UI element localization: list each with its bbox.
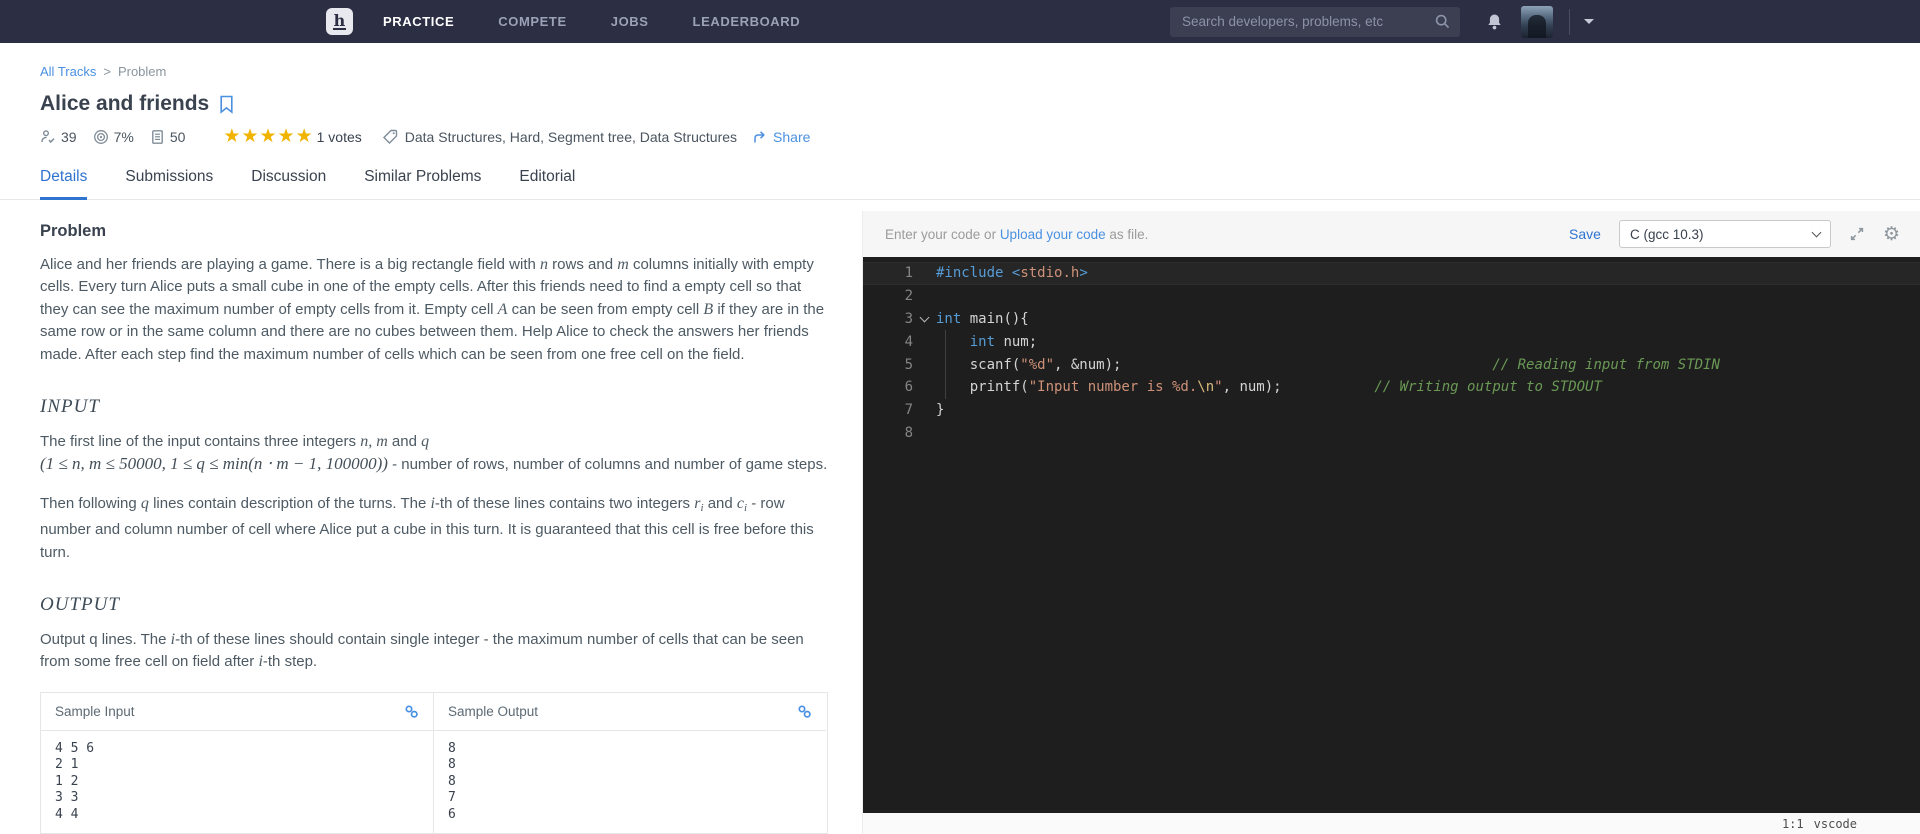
star-icon[interactable]: ★ (223, 127, 241, 146)
tabs: Details Submissions Discussion Similar Prob… (0, 168, 1920, 200)
navbar: h PRACTICE COMPETE JOBS LEADERBOARD (0, 0, 1920, 43)
nav-divider (1569, 8, 1570, 35)
stats-row: 39 7% 50 ★ ★ ★ ★ ★ 1 votes Data Structur… (40, 127, 1920, 146)
code-area[interactable]: 1 #include <stdio.h> 2 3 int main(){4 int nu… (863, 257, 1920, 813)
problem-paragraph: Alice and her friends are playing a game… (40, 256, 825, 363)
nav-item-leaderboard[interactable]: LEADERBOARD (693, 14, 801, 29)
editor-mode[interactable]: vscode (1814, 817, 1857, 831)
sample-output-link-icon[interactable] (797, 704, 812, 719)
upload-code-link[interactable]: Upload your code (1000, 227, 1106, 242)
input-paragraph-2: Then following q lines contain descripti… (40, 494, 814, 561)
sample-input-header: Sample Input (55, 703, 135, 719)
star-icon[interactable]: ★ (296, 127, 314, 146)
input-heading: INPUT (40, 396, 100, 418)
tag-icon (382, 128, 399, 145)
breadcrumb: All Tracks > Problem (40, 64, 1920, 79)
star-icon[interactable]: ★ (278, 127, 296, 146)
output-paragraph: Output q lines. The i-th of these lines … (40, 631, 804, 671)
votes-label: 1 votes (316, 128, 362, 145)
save-button[interactable]: Save (1569, 226, 1601, 242)
share-icon (752, 129, 768, 145)
success-rate-icon (93, 129, 109, 145)
code-line[interactable]: 5 scanf("%d", &num); // Reading input fr… (863, 353, 1920, 376)
search-wrap (1170, 6, 1460, 37)
hackerrank-logo[interactable]: h (326, 8, 353, 35)
editor-settings-gear-icon[interactable]: ⚙ (1883, 225, 1900, 244)
page-title: Alice and friends (40, 92, 210, 115)
tab-submissions[interactable]: Submissions (125, 168, 213, 199)
tab-editorial[interactable]: Editorial (519, 168, 575, 199)
tags-group: Data Structures, Hard, Segment tree, Dat… (382, 128, 737, 145)
user-avatar[interactable] (1521, 5, 1553, 38)
page: h PRACTICE COMPETE JOBS LEADERBOARD All Tra… (0, 0, 1920, 834)
star-rating: ★ ★ ★ ★ ★ (223, 127, 313, 146)
breadcrumb-all-tracks-link[interactable]: All Tracks (40, 64, 96, 79)
nav-item-practice[interactable]: PRACTICE (383, 14, 454, 29)
attempts-icon (40, 129, 56, 144)
share-button[interactable]: Share (752, 129, 810, 145)
input-paragraph-1: The first line of the input contains thr… (40, 433, 828, 474)
success-rate-stat: 7% (93, 129, 134, 145)
code-line[interactable]: 2 (863, 285, 1920, 308)
logo-h-glyph: h (332, 11, 347, 30)
nav-item-jobs[interactable]: JOBS (611, 14, 649, 29)
fullscreen-expand-icon[interactable] (1849, 226, 1865, 242)
editor-hint-suffix: as file. (1105, 226, 1149, 242)
code-lines: 1 #include <stdio.h> 2 3 int main(){4 int nu… (863, 262, 1920, 444)
max-score-icon (150, 129, 165, 145)
sample-output-cell: Sample Output 8 8 8 7 6 (433, 692, 826, 833)
tags-text[interactable]: Data Structures, Hard, Segment tree, Dat… (405, 129, 737, 145)
max-score-stat: 50 (150, 128, 186, 145)
cursor-position: 1:1 (1781, 816, 1804, 831)
tab-similar-problems[interactable]: Similar Problems (364, 168, 481, 199)
indent-guide (945, 330, 946, 399)
editor-hint-prefix: Enter your code or (885, 226, 1000, 242)
editor-header: Enter your code or Upload your code as f… (863, 211, 1920, 257)
select-chevron-down-icon (1811, 227, 1822, 237)
sample-table: Sample Input 4 5 6 2 1 1 2 3 3 4 4 Sampl… (40, 691, 828, 834)
nav-item-compete[interactable]: COMPETE (498, 14, 566, 29)
bookmark-icon[interactable] (219, 95, 234, 114)
star-icon[interactable]: ★ (241, 127, 259, 146)
notifications-bell-icon[interactable] (1486, 13, 1503, 31)
search-input[interactable] (1170, 6, 1460, 37)
attempts-stat: 39 (40, 129, 77, 145)
tab-details[interactable]: Details (40, 168, 88, 200)
sample-input-link-icon[interactable] (404, 704, 419, 719)
nav-items: PRACTICE COMPETE JOBS LEADERBOARD (383, 14, 844, 29)
success-rate-value: 7% (113, 128, 134, 145)
problem-heading: Problem (40, 222, 107, 240)
search-icon[interactable] (1435, 14, 1450, 29)
problem-content: Problem Alice and her friends are playin… (0, 222, 830, 834)
sample-input-pre[interactable]: 4 5 6 2 1 1 2 3 3 4 4 (55, 741, 419, 823)
max-score-value: 50 (169, 128, 186, 145)
tab-discussion[interactable]: Discussion (251, 168, 326, 199)
code-editor-panel: Enter your code or Upload your code as f… (862, 211, 1920, 834)
language-selected-value: C (gcc 10.3) (1629, 226, 1704, 242)
attempts-value: 39 (61, 128, 77, 145)
breadcrumb-separator: > (103, 64, 111, 79)
sample-input-cell: Sample Input 4 5 6 2 1 1 2 3 3 4 4 (41, 692, 434, 833)
star-icon[interactable]: ★ (259, 127, 277, 146)
account-menu-caret-icon[interactable] (1584, 19, 1594, 24)
share-label: Share (773, 128, 811, 145)
output-heading: OUTPUT (40, 594, 120, 616)
code-line[interactable]: 8 (863, 422, 1920, 445)
language-select[interactable]: C (gcc 10.3) (1618, 220, 1831, 248)
code-line[interactable]: 1 #include <stdio.h> (863, 262, 1920, 285)
sample-output-header: Sample Output (448, 703, 539, 719)
code-line[interactable]: 3 int main(){ (863, 308, 1920, 331)
code-line[interactable]: 6 printf("Input number is %d.\n", num); … (863, 376, 1920, 399)
code-line[interactable]: 7} (863, 399, 1920, 422)
editor-status-bar: 1:1 vscode (863, 813, 1920, 834)
sample-output-pre[interactable]: 8 8 8 7 6 (448, 741, 812, 823)
code-line[interactable]: 4 int num; (863, 330, 1920, 353)
breadcrumb-current: Problem (117, 64, 167, 79)
